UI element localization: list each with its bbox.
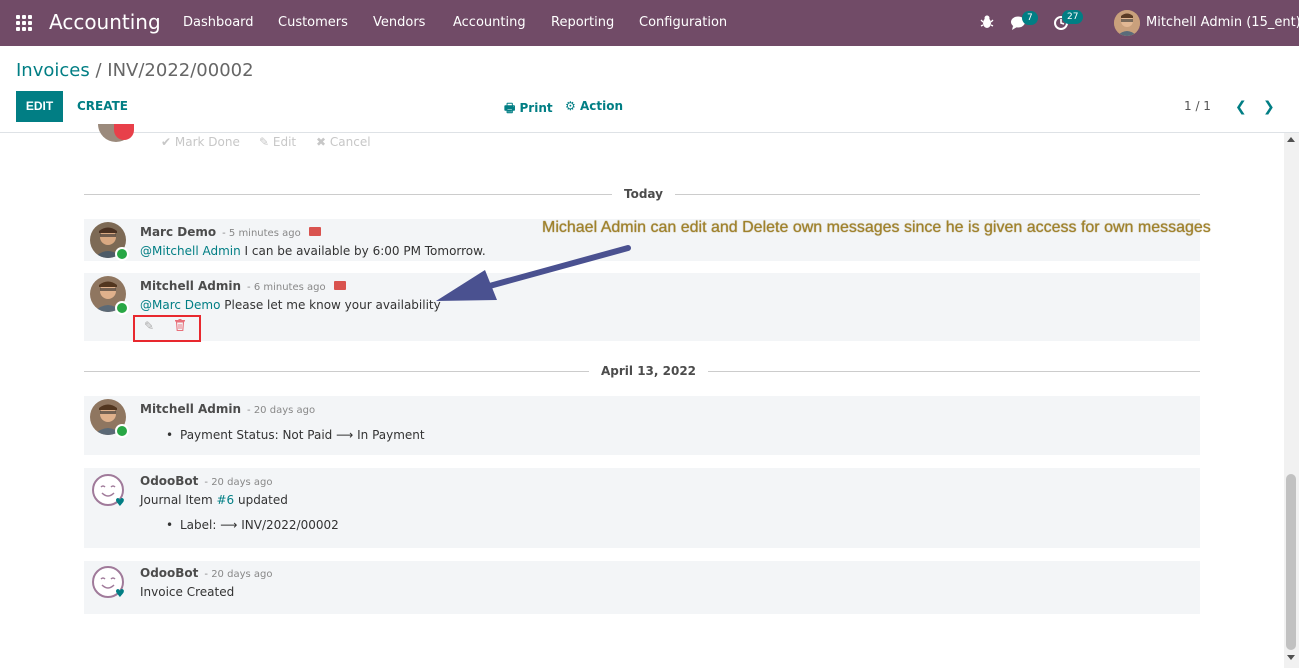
menu-dashboard[interactable]: Dashboard (183, 15, 254, 30)
breadcrumb-current: INV/2022/00002 (107, 60, 254, 81)
user-avatar[interactable] (1114, 10, 1140, 36)
breadcrumb-separator: / (95, 60, 102, 81)
annotation-text: Michael Admin can edit and Delete own me… (542, 219, 1211, 236)
tracking-value: Label: ⟶ INV/2022/00002 (166, 518, 339, 532)
scroll-down-arrow-icon[interactable] (1287, 655, 1295, 660)
cancel-activity-label: Cancel (329, 135, 371, 149)
menu-accounting[interactable]: Accounting (453, 15, 526, 30)
edit-activity-link[interactable]: ✎ Edit (259, 135, 296, 149)
author-name[interactable]: OdooBot (140, 474, 198, 488)
message-date: - 20 days ago (204, 569, 273, 580)
mention-link[interactable]: @Mitchell Admin (140, 244, 241, 258)
author-name[interactable]: Mitchell Admin (140, 279, 241, 293)
breadcrumb-invoices[interactable]: Invoices (16, 60, 90, 81)
message-text: Journal Item (140, 493, 217, 507)
message-author[interactable]: OdooBot - 20 days ago (140, 566, 272, 580)
create-button[interactable]: CREATE (77, 99, 128, 113)
message-date: - 20 days ago (247, 405, 316, 416)
message-date: - 6 minutes ago (247, 282, 326, 293)
message-body: Journal Item #6 updated (140, 493, 288, 507)
message-invoice-created: ♥ OdooBot - 20 days ago Invoice Created (84, 561, 1200, 614)
breadcrumb: Invoices / INV/2022/00002 (16, 60, 254, 81)
edit-activity-label: Edit (272, 135, 297, 149)
heart-icon: ♥ (115, 587, 125, 600)
user-menu[interactable]: Mitchell Admin (15_ent) (1146, 15, 1299, 30)
annotation-arrow (436, 245, 631, 301)
messages-badge: 7 (1022, 11, 1038, 25)
top-navbar: Accounting Dashboard Customers Vendors A… (0, 0, 1299, 46)
message-date: - 20 days ago (204, 477, 273, 488)
date-separator-today: Today (612, 187, 675, 201)
author-name[interactable]: Mitchell Admin (140, 402, 241, 416)
online-status-icon (115, 301, 129, 315)
pencil-icon: ✎ (259, 135, 270, 149)
envelope-icon (333, 281, 346, 290)
activities-badge: 27 (1062, 10, 1084, 24)
message-body: @Marc Demo Please let me know your avail… (140, 298, 441, 312)
app-title[interactable]: Accounting (49, 10, 161, 34)
menu-vendors[interactable]: Vendors (373, 15, 425, 30)
cancel-activity-link[interactable]: ✖ Cancel (316, 135, 371, 149)
message-journal-item: ♥ OdooBot - 20 days ago Journal Item #6 u… (84, 468, 1200, 548)
message-mitchell-admin: Mitchell Admin - 6 minutes ago @Marc Demo… (84, 273, 1200, 341)
mark-done-link[interactable]: ✔ Mark Done (161, 135, 240, 149)
envelope-icon (308, 227, 321, 236)
message-author[interactable]: Mitchell Admin - 20 days ago (140, 402, 315, 416)
heart-icon: ♥ (115, 496, 125, 509)
close-icon: ✖ (316, 135, 327, 149)
message-author[interactable]: Marc Demo - 5 minutes ago (140, 225, 321, 239)
print-button[interactable]: 🖶 Print (504, 99, 553, 120)
author-name[interactable]: OdooBot (140, 566, 198, 580)
journal-item-link[interactable]: #6 (216, 493, 234, 507)
menu-reporting[interactable]: Reporting (551, 15, 614, 30)
menu-customers[interactable]: Customers (278, 15, 348, 30)
message-text: updated (234, 493, 288, 507)
control-panel: Invoices / INV/2022/00002 EDIT CREATE 🖶 … (0, 46, 1299, 133)
action-button[interactable]: ⚙ Action (565, 99, 623, 113)
message-author[interactable]: Mitchell Admin - 6 minutes ago (140, 279, 346, 293)
gear-icon: ⚙ (565, 99, 576, 113)
online-status-icon (115, 424, 129, 438)
print-icon: 🖶 (504, 101, 516, 115)
bug-icon[interactable] (980, 14, 994, 34)
mention-link[interactable]: @Marc Demo (140, 298, 220, 312)
date-separator-april: April 13, 2022 (589, 364, 709, 378)
message-date: - 5 minutes ago (222, 228, 301, 239)
scroll-up-arrow-icon[interactable] (1287, 137, 1295, 142)
message-payment-status: Mitchell Admin - 20 days ago Payment Stat… (84, 396, 1200, 455)
highlight-box (133, 315, 201, 342)
action-label: Action (579, 99, 623, 113)
app-grid-icon[interactable] (16, 15, 33, 32)
check-icon: ✔ (161, 135, 172, 149)
message-text: Please let me know your availability (220, 298, 441, 312)
activity-overdue-icon (114, 124, 134, 140)
mark-done-label: Mark Done (174, 135, 240, 149)
pager-value[interactable]: 1 / 1 (1184, 99, 1211, 113)
message-body: Invoice Created (140, 585, 235, 599)
pager-next-icon[interactable]: ❯ (1263, 99, 1275, 115)
pager-previous-icon[interactable]: ❮ (1235, 99, 1247, 115)
edit-button[interactable]: EDIT (16, 91, 63, 122)
online-status-icon (115, 247, 129, 261)
menu-configuration[interactable]: Configuration (639, 15, 727, 30)
print-label: Print (519, 101, 553, 115)
scrollbar-thumb[interactable] (1286, 474, 1296, 650)
author-name[interactable]: Marc Demo (140, 225, 216, 239)
message-author[interactable]: OdooBot - 20 days ago (140, 474, 272, 488)
tracking-value: Payment Status: Not Paid ⟶ In Payment (166, 428, 425, 442)
